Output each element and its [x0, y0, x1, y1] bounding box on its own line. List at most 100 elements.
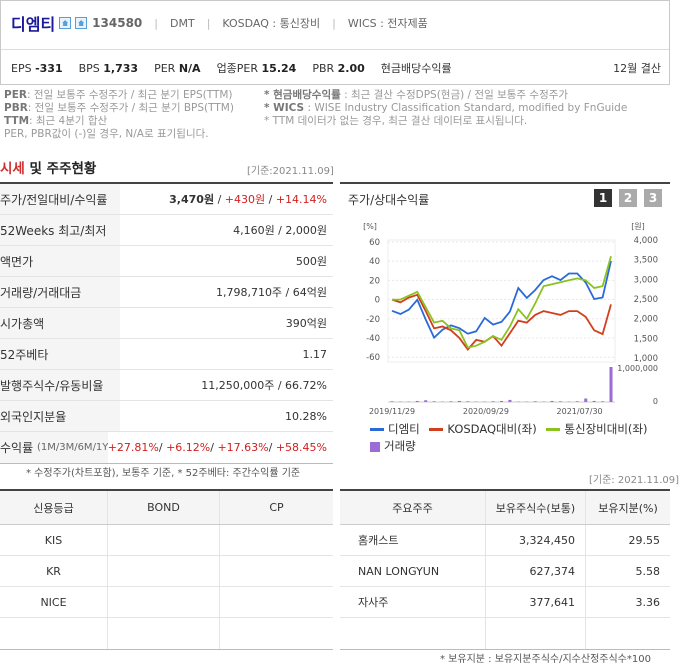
- metric-eps: EPS -331: [11, 61, 63, 75]
- table-row: 수익률 (1M/3M/6M/1Y) +27.81% / +6.12% / +17.6…: [0, 432, 333, 463]
- volume-bar: [466, 401, 470, 402]
- y-right-tick-label: 1,000: [634, 354, 658, 364]
- row-value: 390억원: [285, 317, 327, 330]
- column-header: CP: [269, 501, 284, 514]
- note-line: * WICS : WISE Industry Classification St…: [264, 102, 628, 114]
- major-holders-table: 주요주주 보유주식수(보통) 보유지분(%) 홈캐스트 3,324,450 29…: [340, 489, 670, 650]
- y-left-tick-label: -40: [366, 334, 380, 344]
- table-header-row: 신용등급 BOND CP: [0, 491, 333, 525]
- row-label: 발행주식수/유동비율: [0, 370, 120, 400]
- volume-bar: [457, 400, 461, 402]
- header-divider: [1, 49, 669, 50]
- note-line: * 현금배당수익률 : 최근 결산 수정DPS(현금) / 전일 보통주 수정주…: [264, 89, 569, 101]
- chart-legend: 디엠티 KOSDAQ대비(좌) 통신장비대비(좌): [364, 421, 647, 437]
- bond-cell: [108, 525, 220, 555]
- x-tick-label: 2021/07/30: [557, 407, 603, 416]
- y-left-tick-label: 20: [369, 276, 380, 286]
- chart-panel: 주가/상대수익률 1 2 3 [%] [원] 60 40 20 0 -20 -40 -60 4,0…: [340, 182, 670, 462]
- divider: |: [332, 16, 336, 30]
- price-chart: [%] [원] 60 40 20 0 -20 -40 -60 4,000 3,500 3,000 2,5…: [363, 222, 658, 416]
- legend-swatch: [370, 428, 384, 431]
- row-label: 외국인지분율: [0, 401, 120, 431]
- market-table: 주가/전일대비/수익률 3,470원 / +430원 / +14.14% 52W…: [0, 182, 333, 464]
- table-row: 52Weeks 최고/최저 4,160원 / 2,000원: [0, 215, 333, 246]
- row-value: 3,470원 / +430원 / +14.14%: [169, 192, 327, 207]
- bond-cell: [108, 618, 220, 649]
- row-value: 11,250,000주 / 66.72%: [201, 379, 327, 392]
- table-header-row: 주요주주 보유주식수(보통) 보유지분(%): [340, 491, 670, 525]
- holder-name: [340, 618, 486, 649]
- volume-bar: [609, 367, 613, 402]
- note-line: PER: 전일 보통주 수정주가 / 최근 분기 EPS(TTM): [4, 89, 233, 101]
- holder-name: NAN LONGYUN: [340, 556, 486, 586]
- table-row: KIS: [0, 525, 333, 556]
- metric-bps: BPS 1,733: [78, 61, 139, 75]
- column-header: 보유주식수(보통): [486, 491, 586, 524]
- volume-bar: [550, 400, 554, 402]
- volume-bar: [575, 401, 579, 402]
- holder-shares: 627,374: [486, 556, 586, 586]
- holder-shares: 3,324,450: [486, 525, 586, 555]
- row-value: 10.28%: [285, 409, 327, 423]
- holder-percent: 5.58: [635, 564, 661, 578]
- agency-cell: KR: [0, 556, 108, 586]
- note-line: TTM: 최근 4분기 합산: [4, 115, 108, 127]
- y-right-tick-label: 4,000: [634, 236, 658, 246]
- metric-pbr: PBR 2.00: [312, 61, 365, 75]
- divider: |: [154, 16, 158, 30]
- column-header: 주요주주: [340, 491, 486, 524]
- y-left-tick-label: 0: [375, 296, 380, 306]
- table-row: 시가총액 390억원: [0, 308, 333, 339]
- volume-bar: [424, 400, 428, 402]
- column-header: BOND: [108, 491, 220, 524]
- column-header: 보유지분(%): [598, 501, 658, 515]
- table-row: NICE: [0, 587, 333, 618]
- y-right-tick-label: 2,000: [634, 315, 658, 325]
- chart-legend-volume: 거래량: [370, 438, 416, 454]
- section-title: 시세 및 주주현황: [0, 161, 97, 177]
- agency-cell: KIS: [0, 525, 108, 555]
- volume-bar: [432, 401, 436, 402]
- bond-cell: [108, 556, 220, 586]
- y-right-tick-label: 3,500: [634, 256, 658, 266]
- row-label: 수익률 (1M/3M/6M/1Y): [0, 432, 108, 463]
- volume-bar: [533, 401, 537, 402]
- volume-bar: [491, 401, 495, 402]
- row-value: 4,160원 / 2,000원: [233, 224, 327, 237]
- volume-bar: [500, 400, 503, 402]
- table-row: [0, 618, 333, 649]
- table-row: 홈캐스트 3,324,450 29.55: [340, 525, 670, 556]
- chart-page-2-button[interactable]: 2: [619, 189, 637, 207]
- left-axis-unit: [%]: [363, 222, 377, 231]
- agency-cell: NICE: [0, 587, 108, 617]
- chart-page-3-button[interactable]: 3: [644, 189, 662, 207]
- volume-bar: [449, 401, 453, 402]
- legend-item-telecom: 통신장비대비(좌): [540, 422, 647, 436]
- reference-date: [기준:2021.11.09]: [247, 166, 334, 177]
- note-line: PER, PBR값이 (-)일 경우, N/A로 표기됩니다.: [4, 128, 209, 140]
- metric-sector-per: 업종PER 15.24: [216, 62, 297, 75]
- chart-page-1-button[interactable]: 1: [594, 189, 612, 207]
- telecom-relative-line: [392, 256, 612, 349]
- stock-code: 134580: [92, 16, 143, 30]
- row-label: 52주베타: [0, 339, 120, 369]
- holder-percent: [586, 618, 670, 649]
- table-row: KR: [0, 556, 333, 587]
- company-name[interactable]: 디엠티: [11, 11, 55, 35]
- table-row: NAN LONGYUN 627,374 5.58: [340, 556, 670, 587]
- home-icon[interactable]: [59, 17, 72, 29]
- company-title-row: 디엠티 134580 | DMT | KOSDAQ : 통신장비 | WICS …: [11, 11, 428, 35]
- table-row: 52주베타 1.17: [0, 339, 333, 370]
- ir-home-icon[interactable]: [75, 17, 88, 29]
- holder-percent: 29.55: [628, 533, 661, 547]
- legend-swatch: [546, 428, 561, 431]
- market-footnote: * 수정주가(차트포함), 보통주 기준, * 52주베타: 주간수익률 기준: [26, 468, 301, 479]
- ticker: DMT: [170, 16, 195, 30]
- row-value: 1.17: [302, 347, 328, 361]
- table-row: 자사주 377,641 3.36: [340, 587, 670, 618]
- y-right-tick-label: 2,500: [634, 295, 658, 305]
- metric-per: PER N/A: [154, 61, 201, 75]
- y-left-tick-label: 40: [369, 257, 380, 267]
- holder-percent: 3.36: [635, 595, 661, 609]
- volume-bar: [558, 401, 562, 402]
